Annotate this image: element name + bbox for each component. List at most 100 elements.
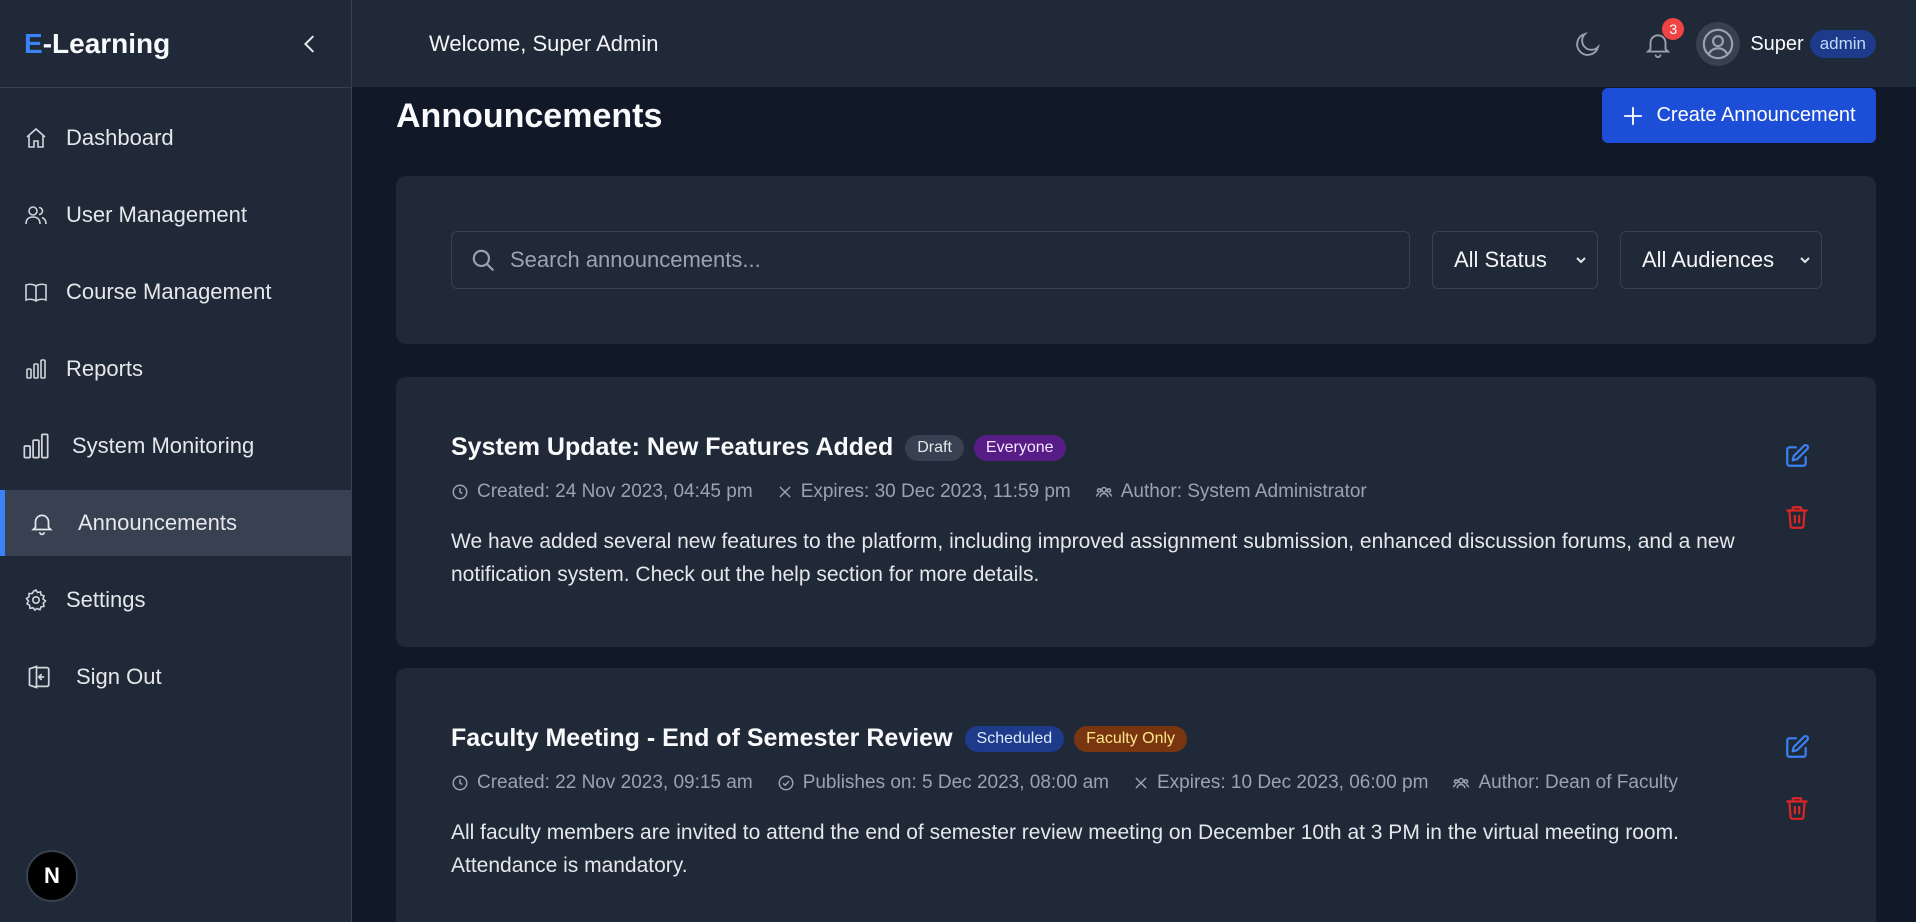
sidebar-item-label: Sign Out: [76, 664, 162, 689]
sidebar-item-label: Dashboard: [66, 125, 174, 150]
plus-icon: [1622, 105, 1644, 127]
welcome-text: Welcome, Super Admin: [429, 30, 659, 56]
notifications-button[interactable]: 3: [1638, 18, 1685, 64]
expires-meta: Expires: 10 Dec 2023, 06:00 pm: [1133, 772, 1428, 794]
edit-button[interactable]: [1782, 732, 1812, 762]
topbar: Welcome, Super Admin 3 Super admin: [352, 0, 1916, 88]
sidebar-item-dashboard[interactable]: Dashboard: [0, 105, 351, 171]
sidebar-item-user-management[interactable]: User Management: [0, 182, 351, 248]
audience-filter-value: All Audiences: [1642, 247, 1775, 272]
status-filter-select[interactable]: All Status: [1432, 231, 1598, 289]
publishes-text: Publishes on: 5 Dec 2023, 08:00 am: [802, 772, 1109, 793]
theme-toggle-button[interactable]: [1568, 24, 1608, 64]
book-icon: [22, 278, 50, 306]
framework-badge-label: N: [44, 863, 60, 888]
sidebar-item-label: Reports: [66, 356, 144, 381]
brand-header: E-Learning: [0, 0, 351, 88]
announcement-meta: Created: 22 Nov 2023, 09:15 am Publishes…: [451, 772, 1702, 794]
check-circle-icon: [777, 774, 795, 792]
users-icon: [22, 201, 50, 229]
author-meta: Author: Dean of Faculty: [1452, 772, 1678, 794]
announcement-title: Faculty Meeting - End of Semester Review: [451, 724, 953, 752]
filter-panel: All Status All Audiences: [396, 176, 1876, 344]
edit-icon: [1786, 735, 1809, 758]
sidebar-item-sign-out[interactable]: Sign Out: [0, 644, 351, 710]
announcement-body: We have added several new features to th…: [451, 530, 1735, 586]
brand-name: -Learning: [42, 27, 171, 59]
audience-badge: Everyone: [973, 434, 1066, 461]
collapse-sidebar-button[interactable]: [293, 27, 327, 61]
announcement-meta: Created: 24 Nov 2023, 04:45 pm Expires: …: [451, 481, 1391, 503]
clock-icon: [451, 774, 469, 792]
edit-button[interactable]: [1782, 441, 1812, 471]
users-icon: [1452, 774, 1470, 792]
sidebar: E-Learning Dashboard User Management Cou…: [0, 0, 352, 922]
sidebar-item-announcements[interactable]: Announcements: [0, 490, 351, 556]
sidebar-item-label: System Monitoring: [72, 433, 255, 458]
sidebar-nav: Dashboard User Management Course Managem…: [0, 105, 351, 710]
status-badge: Scheduled: [964, 725, 1065, 752]
sidebar-item-label: Announcements: [78, 510, 237, 535]
moon-icon: [1576, 32, 1601, 56]
clock-icon: [451, 483, 469, 501]
trash-icon: [1786, 506, 1808, 529]
main-content: Announcements Create Announcement All St…: [352, 88, 1916, 922]
chevron-left-icon: [303, 35, 314, 52]
announcement-card: Faculty Meeting - End of Semester Review…: [396, 668, 1876, 922]
announcement-body: All faculty members are invited to atten…: [451, 821, 1679, 877]
delete-button[interactable]: [1782, 502, 1812, 532]
sidebar-item-reports[interactable]: Reports: [0, 336, 351, 402]
sidebar-item-label: Settings: [66, 587, 146, 612]
announcement-title: System Update: New Features Added: [451, 433, 894, 461]
bar-chart-icon: [22, 355, 50, 383]
home-icon: [22, 124, 50, 152]
audience-badge: Faculty Only: [1074, 725, 1188, 752]
sidebar-item-settings[interactable]: Settings: [0, 567, 351, 633]
created-text: Created: 24 Nov 2023, 04:45 pm: [477, 481, 753, 502]
sidebar-item-course-management[interactable]: Course Management: [0, 259, 351, 325]
user-name[interactable]: Super: [1750, 33, 1803, 56]
x-icon: [777, 484, 793, 500]
gear-icon: [22, 586, 50, 614]
chevron-down-icon: [1576, 257, 1586, 264]
search-icon: [472, 249, 494, 271]
topbar-actions: 3 Super admin: [1568, 0, 1876, 88]
trash-icon: [1786, 797, 1808, 820]
announcement-card: System Update: New Features Added Draft …: [396, 377, 1876, 647]
delete-button[interactable]: [1782, 793, 1812, 823]
create-announcement-button[interactable]: Create Announcement: [1602, 88, 1876, 143]
status-badge: Draft: [905, 434, 964, 461]
role-badge: admin: [1809, 30, 1876, 58]
sidebar-item-label: Course Management: [66, 279, 272, 304]
announcement-header: Faculty Meeting - End of Semester Review…: [451, 724, 1197, 753]
sidebar-item-label: User Management: [66, 202, 247, 227]
page-title: Announcements: [396, 97, 663, 135]
created-text: Created: 22 Nov 2023, 09:15 am: [477, 772, 753, 793]
expires-text: Expires: 30 Dec 2023, 11:59 pm: [800, 481, 1071, 502]
expires-text: Expires: 10 Dec 2023, 06:00 pm: [1157, 772, 1429, 793]
author-text: Author: System Administrator: [1120, 481, 1367, 502]
avatar[interactable]: [1696, 22, 1741, 66]
brand-logo[interactable]: E-Learning: [24, 28, 170, 60]
framework-badge[interactable]: N: [26, 850, 78, 902]
created-meta: Created: 24 Nov 2023, 04:45 pm: [451, 481, 753, 503]
x-icon: [1133, 775, 1149, 791]
users-icon: [1095, 483, 1113, 501]
brand-prefix: E: [24, 27, 43, 59]
search-input[interactable]: [510, 247, 1390, 273]
author-meta: Author: System Administrator: [1095, 481, 1367, 503]
search-field[interactable]: [451, 231, 1410, 289]
expires-meta: Expires: 30 Dec 2023, 11:59 pm: [777, 481, 1071, 503]
status-filter-value: All Status: [1454, 247, 1547, 272]
notification-count-badge: 3: [1662, 18, 1685, 40]
sign-out-icon: [26, 663, 54, 691]
edit-icon: [1786, 444, 1809, 467]
bar-chart-icon: [22, 432, 50, 460]
announcement-header: System Update: New Features Added Draft …: [451, 433, 1076, 462]
author-text: Author: Dean of Faculty: [1478, 772, 1679, 793]
user-circle-icon: [1703, 28, 1734, 60]
audience-filter-select[interactable]: All Audiences: [1620, 231, 1822, 289]
bell-icon: [28, 509, 56, 537]
publishes-meta: Publishes on: 5 Dec 2023, 08:00 am: [777, 772, 1109, 794]
sidebar-item-system-monitoring[interactable]: System Monitoring: [0, 413, 351, 479]
